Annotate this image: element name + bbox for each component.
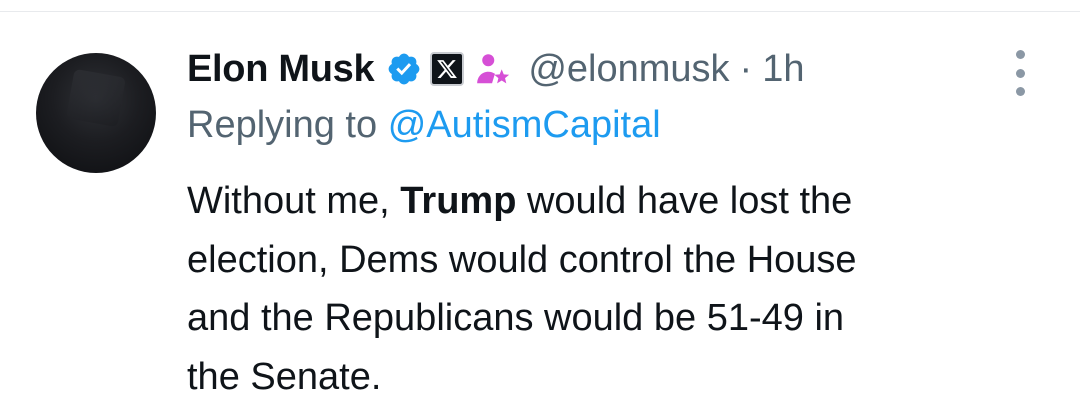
bold-text: Trump [400,180,517,222]
tweet-text-line-1: Without me, Trump would have lost the [187,180,853,222]
avatar[interactable] [36,53,156,173]
tweet-header: Elon Musk @elonmusk · 1h [187,44,804,94]
verified-check-icon[interactable] [386,51,422,87]
more-options-icon[interactable] [1010,50,1030,96]
tweet-text: Without me, Trump would have lost the el… [187,172,1047,406]
gender-icon[interactable] [474,50,512,88]
x-logo-icon[interactable] [430,52,465,86]
tweet-text-line-4: the Senate. [187,355,382,398]
tweet[interactable]: Elon Musk @elonmusk · 1h Replying to @Au… [0,12,1080,410]
reply-mention-link[interactable]: @AutismCapital [388,104,661,146]
author-handle[interactable]: @elonmusk [528,48,729,91]
replying-to: Replying to @AutismCapital [187,104,661,147]
tweet-text-line-3: and the Republicans would be 51-49 in [187,297,845,339]
tweet-text-line-2: election, Dems would control the House [187,238,857,281]
separator-dot: · [739,47,753,90]
replying-to-label: Replying to [187,104,378,146]
timestamp[interactable]: 1h [762,48,804,91]
author-name[interactable]: Elon Musk [187,48,375,91]
